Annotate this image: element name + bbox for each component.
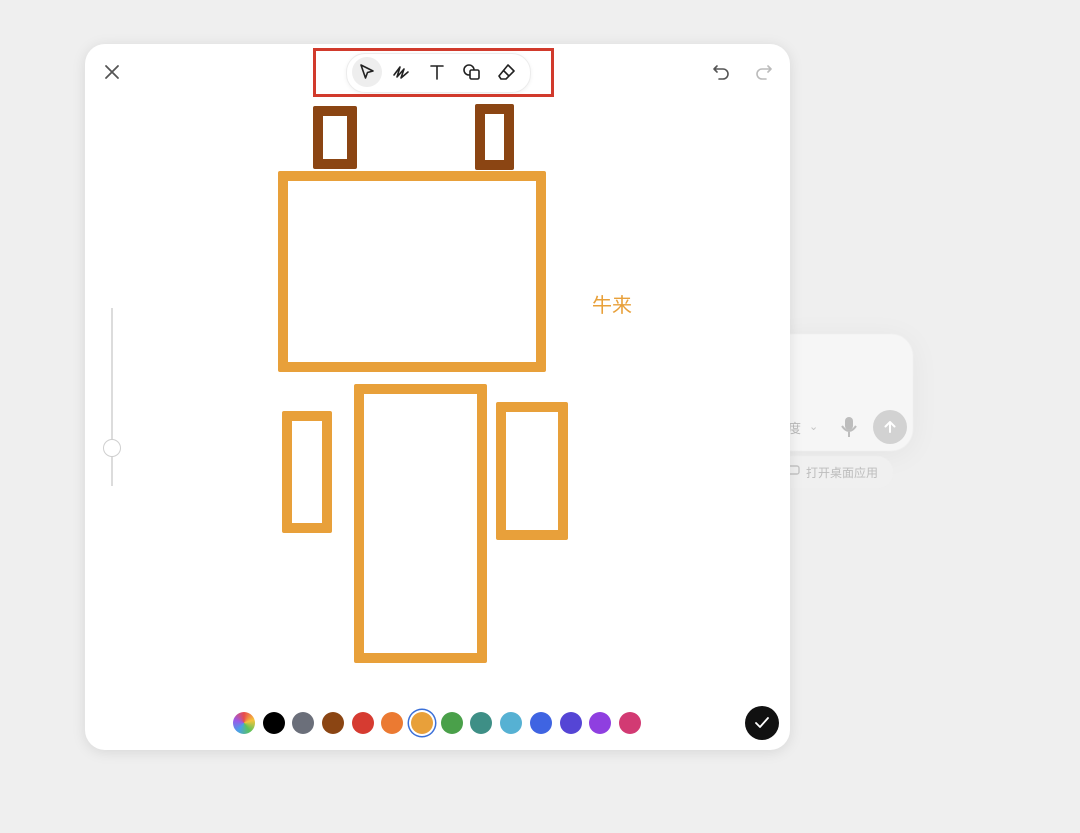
color-swatch-pink[interactable]: [619, 712, 641, 734]
color-swatch-purple[interactable]: [589, 712, 611, 734]
color-swatch-black[interactable]: [263, 712, 285, 734]
arrow-up-icon: [884, 421, 896, 433]
color-swatch-indigo[interactable]: [560, 712, 582, 734]
color-swatch-blue[interactable]: [530, 712, 552, 734]
color-picker-rainbow[interactable]: [233, 712, 255, 734]
send-button[interactable]: [873, 410, 907, 444]
color-swatch-orange[interactable]: [381, 712, 403, 734]
toolbar-highlight-box: [313, 48, 554, 97]
stroke-size-slider-thumb[interactable]: [103, 439, 121, 457]
done-button[interactable]: [745, 706, 779, 740]
stroke-size-slider-track[interactable]: [111, 308, 113, 486]
color-swatch-sky[interactable]: [500, 712, 522, 734]
checkmark-icon: [755, 717, 769, 728]
chevron-down-icon: ⌄: [809, 420, 819, 433]
color-swatch-red[interactable]: [352, 712, 374, 734]
brown-rectangle-left[interactable]: [313, 106, 357, 169]
orange-rectangle-head[interactable]: [278, 171, 546, 372]
color-swatch-gray[interactable]: [292, 712, 314, 734]
canvas-text-label[interactable]: 牛来: [592, 289, 632, 318]
orange-rectangle-right-arm[interactable]: [496, 402, 568, 540]
redo-icon[interactable]: [751, 60, 775, 84]
open-desktop-app-label: 打开桌面应用: [806, 466, 879, 480]
color-swatch-amber[interactable]: [411, 712, 433, 734]
color-swatch-brown[interactable]: [322, 712, 344, 734]
orange-rectangle-body[interactable]: [354, 384, 487, 663]
close-icon[interactable]: [101, 61, 123, 83]
undo-icon[interactable]: [710, 60, 734, 84]
brown-rectangle-right[interactable]: [475, 104, 514, 170]
orange-rectangle-left-arm[interactable]: [282, 411, 332, 533]
color-swatch-green[interactable]: [441, 712, 463, 734]
color-swatch-teal[interactable]: [470, 712, 492, 734]
microphone-icon[interactable]: [840, 416, 858, 438]
